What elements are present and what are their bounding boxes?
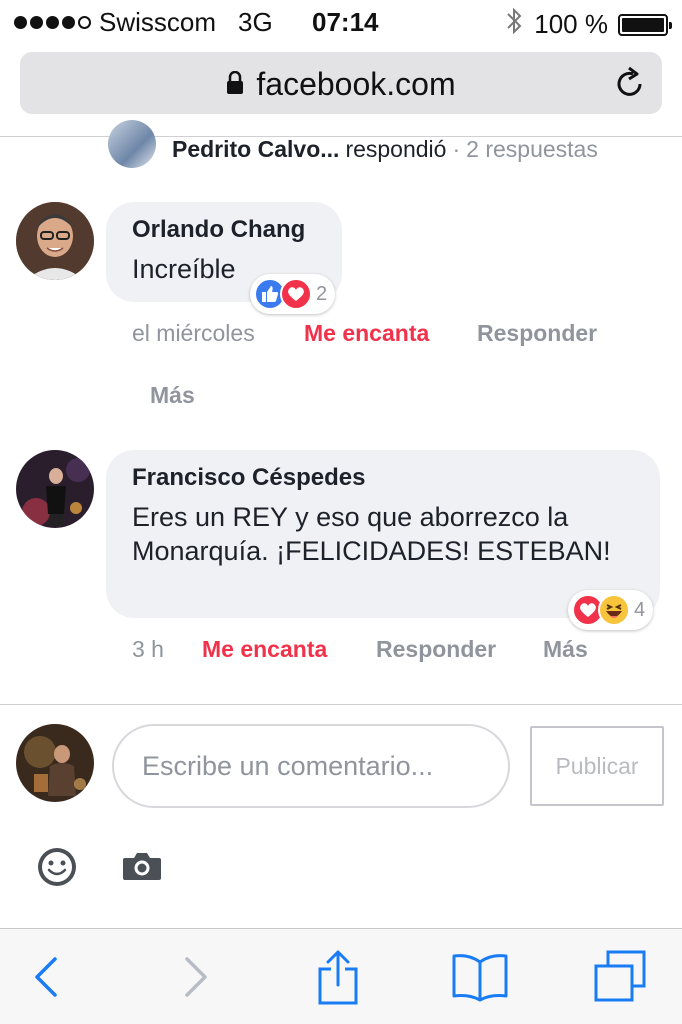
- replies-summary[interactable]: Pedrito Calvo... respondió · 2 respuesta…: [108, 120, 598, 168]
- reload-icon[interactable]: [614, 66, 646, 105]
- reply-button[interactable]: Responder: [376, 636, 496, 663]
- reply-separator: ·: [452, 135, 461, 162]
- avatar: [108, 120, 156, 168]
- divider: [0, 704, 682, 705]
- emoji-icon[interactable]: [36, 846, 78, 893]
- comment-text: Eres un REY y eso que aborrezco la Monar…: [132, 502, 611, 566]
- signal-strength-icon: [14, 16, 91, 29]
- reaction-count: 4: [634, 598, 646, 621]
- battery-icon: [618, 13, 672, 36]
- reaction-count: 2: [316, 282, 328, 305]
- browser-toolbar: [0, 928, 682, 1024]
- avatar: [16, 724, 94, 802]
- reply-button[interactable]: Responder: [477, 320, 597, 347]
- reaction-button[interactable]: Me encanta: [304, 320, 429, 347]
- reply-author: Pedrito Calvo...: [172, 135, 340, 162]
- more-button[interactable]: Más: [543, 636, 588, 663]
- comment-timestamp[interactable]: el miércoles: [132, 320, 255, 347]
- forward-icon[interactable]: [166, 947, 226, 1007]
- love-icon: [280, 278, 312, 310]
- comment-author[interactable]: Francisco Céspedes: [132, 464, 636, 492]
- lock-icon: [226, 66, 244, 103]
- avatar[interactable]: [16, 450, 94, 528]
- battery-percent: 100 %: [534, 9, 608, 39]
- share-icon[interactable]: [308, 947, 368, 1007]
- comment-actions: 3 h Me encanta Responder Más: [132, 636, 652, 666]
- status-time: 07:14: [312, 7, 379, 37]
- bookmarks-icon[interactable]: [450, 947, 510, 1007]
- reply-count: 2 respuestas: [466, 135, 598, 162]
- reaction-summary[interactable]: 4: [568, 590, 654, 630]
- status-bar: Swisscom 3G 07:14 100 %: [0, 0, 682, 44]
- carrier-name: Swisscom: [99, 7, 217, 37]
- publish-button[interactable]: Publicar: [530, 726, 664, 806]
- camera-icon[interactable]: [122, 850, 162, 887]
- comment-timestamp[interactable]: 3 h: [132, 636, 164, 663]
- haha-icon: [598, 594, 630, 626]
- reaction-summary[interactable]: 2: [250, 274, 336, 314]
- bluetooth-icon: [504, 6, 524, 43]
- network-type: 3G: [238, 7, 273, 37]
- more-button[interactable]: Más: [150, 382, 195, 409]
- comment-actions: el miércoles Me encanta Responder Más: [132, 320, 652, 410]
- tabs-icon[interactable]: [590, 947, 650, 1007]
- comment-input[interactable]: [112, 724, 510, 808]
- comment-author[interactable]: Orlando Chang: [132, 216, 318, 244]
- reply-verb: respondió: [345, 135, 447, 162]
- avatar[interactable]: [16, 202, 94, 280]
- back-icon[interactable]: [16, 947, 76, 1007]
- reaction-button[interactable]: Me encanta: [202, 636, 327, 663]
- url-domain: facebook.com: [256, 66, 456, 102]
- address-bar[interactable]: facebook.com: [20, 52, 662, 114]
